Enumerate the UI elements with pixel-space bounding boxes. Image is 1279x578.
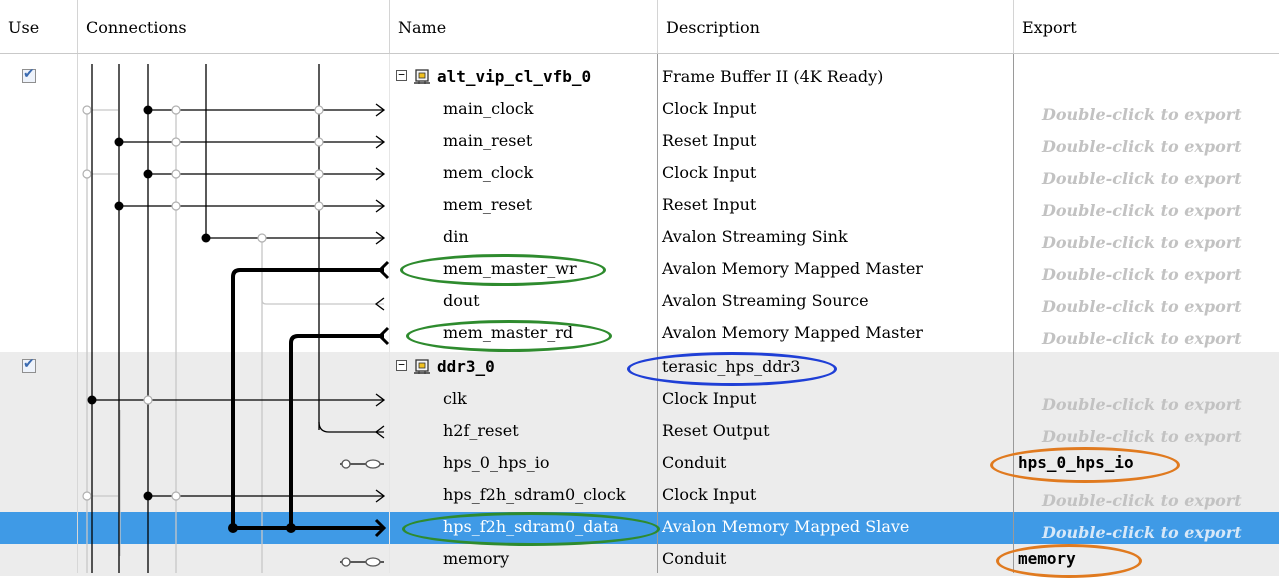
highlight-oval-blue: [627, 352, 837, 386]
highlight-oval-green: [402, 512, 660, 546]
highlight-oval-green: [400, 254, 606, 286]
highlight-oval-orange: [990, 447, 1180, 483]
system-contents-table: Use Connections Name Description Export …: [0, 0, 1279, 578]
connections-diagram: [82, 64, 390, 573]
highlight-oval-green: [406, 320, 612, 352]
